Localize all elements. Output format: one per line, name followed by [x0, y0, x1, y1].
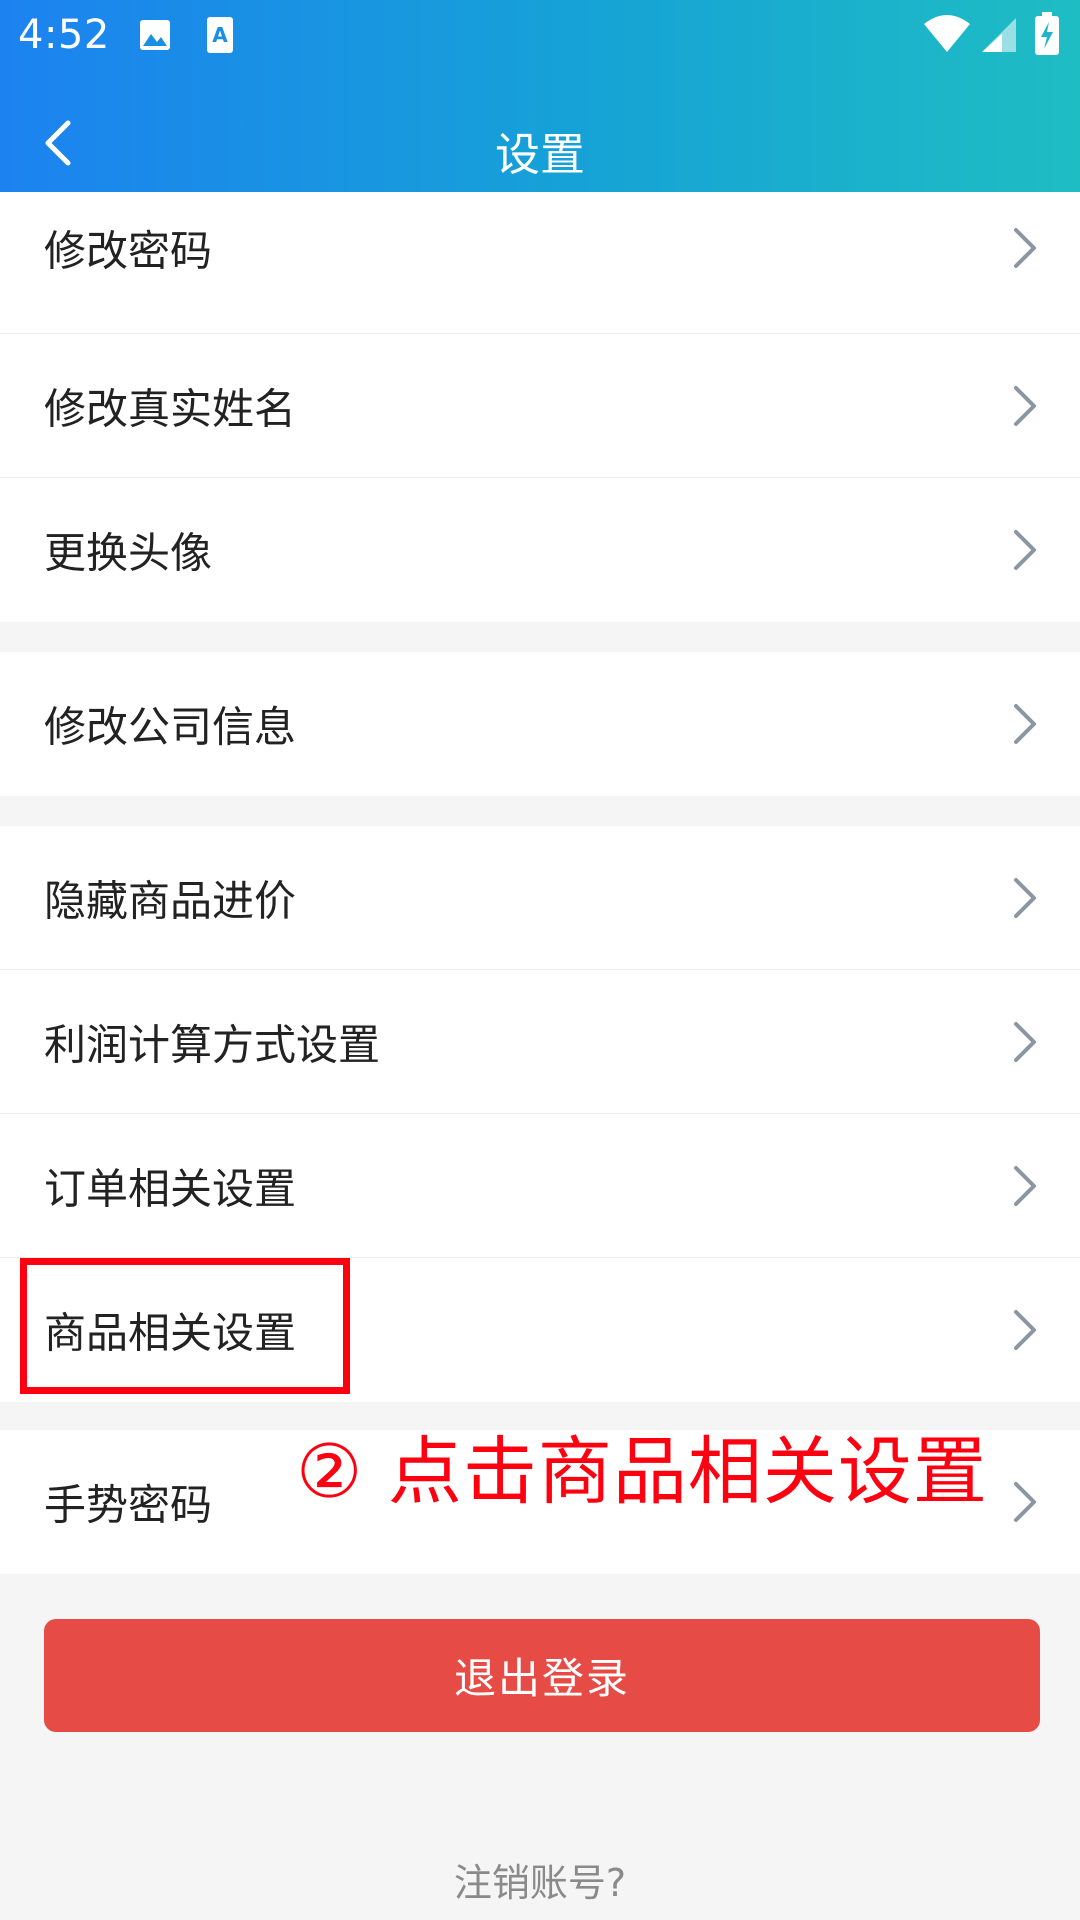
- settings-item-label: 修改公司信息: [44, 702, 297, 752]
- chevron-right-icon: [1014, 1021, 1036, 1062]
- nav-bar: 设置: [0, 80, 1080, 210]
- settings-item-label: 利润计算方式设置: [44, 1020, 381, 1069]
- chevron-right-icon: [1014, 228, 1036, 269]
- settings-item-change-avatar[interactable]: 更换头像: [0, 478, 1080, 622]
- settings-group-account: 修改密码 修改真实姓名 更换头像: [0, 192, 1080, 622]
- chevron-right-icon: [1014, 1482, 1036, 1522]
- settings-item-label: 手势密码: [44, 1480, 213, 1530]
- settings-item-hide-cost-price[interactable]: 隐藏商品进价: [0, 826, 1080, 970]
- signal-icon: [982, 18, 1016, 52]
- annotation-text: ② 点击商品相关设置: [296, 1429, 988, 1515]
- cancel-account-link[interactable]: 注销账号?: [0, 1852, 1080, 1907]
- settings-item-change-real-name[interactable]: 修改真实姓名: [0, 334, 1080, 478]
- settings-item-profit-calculation[interactable]: 利润计算方式设置: [0, 970, 1080, 1114]
- chevron-right-icon: [1014, 385, 1036, 426]
- settings-item-change-password[interactable]: 修改密码: [0, 192, 1080, 334]
- settings-item-label: 修改真实姓名: [44, 384, 297, 433]
- chevron-right-icon: [1014, 530, 1036, 570]
- chevron-right-icon: [1014, 1165, 1036, 1206]
- svg-text:A: A: [212, 23, 228, 47]
- status-bar: 4:52 A: [0, 0, 1080, 72]
- settings-item-label: 更换头像: [44, 528, 213, 578]
- settings-item-label: 订单相关设置: [44, 1164, 297, 1213]
- settings-item-company-info[interactable]: 修改公司信息: [0, 652, 1080, 796]
- logout-button[interactable]: 退出登录: [44, 1619, 1040, 1732]
- highlight-box: [20, 1258, 350, 1394]
- wifi-icon: [924, 15, 970, 52]
- app-header: 4:52 A 设置: [0, 0, 1080, 222]
- settings-group-company: 修改公司信息: [0, 652, 1080, 796]
- page-title: 设置: [494, 128, 585, 181]
- settings-item-label: 修改密码: [44, 226, 213, 276]
- chevron-right-icon: [1014, 704, 1036, 744]
- image-icon: [140, 20, 170, 50]
- settings-item-order-settings[interactable]: 订单相关设置: [0, 1114, 1080, 1258]
- a-icon: A: [207, 17, 233, 53]
- chevron-right-icon: [1014, 877, 1036, 918]
- battery-charging-icon: [1035, 12, 1059, 55]
- settings-item-label: 隐藏商品进价: [44, 876, 297, 925]
- status-time: 4:52: [18, 12, 110, 58]
- chevron-right-icon: [1014, 1310, 1036, 1350]
